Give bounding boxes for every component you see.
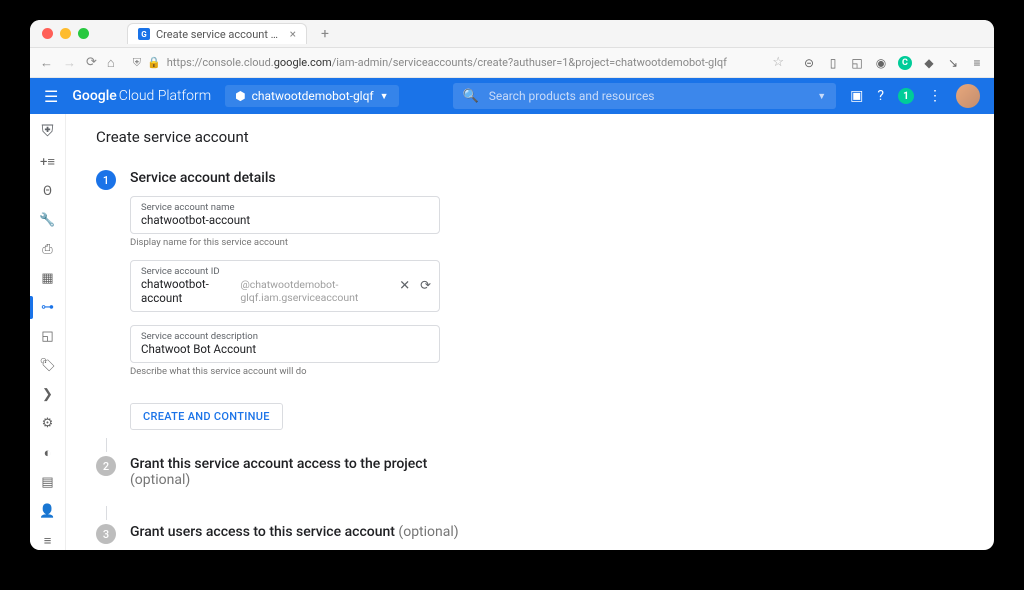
close-tab-icon[interactable]: × (290, 27, 296, 41)
lock-icon: 🔒 (147, 56, 161, 69)
step-number: 1 (96, 170, 116, 190)
gcp-favicon-icon: G (138, 28, 150, 40)
maximize-window-button[interactable] (78, 28, 89, 39)
rail-icon[interactable]: ▤ (39, 475, 57, 490)
ext-icon[interactable]: ◉ (874, 56, 888, 70)
rail-icon[interactable]: ⚙ (39, 416, 57, 431)
field-label: Service account description (141, 331, 429, 342)
gcp-header: ☰ Google Cloud Platform ⬢ chatwootdemobo… (30, 78, 994, 114)
rail-icon[interactable]: 👤 (39, 504, 57, 519)
step-1: 1 Service account details Service accoun… (96, 170, 964, 430)
clear-icon[interactable]: ✕ (399, 279, 410, 294)
step-number: 3 (96, 524, 116, 544)
rail-icon[interactable]: ≡ (39, 533, 57, 549)
caret-down-icon: ▼ (380, 91, 389, 102)
iam-shield-icon[interactable]: ⛨ (39, 122, 57, 140)
rail-icon[interactable]: ❯ (39, 387, 57, 402)
cloud-shell-icon[interactable]: ▣ (850, 88, 863, 104)
step-connector (106, 506, 107, 520)
notifications-button[interactable]: 1 (898, 88, 914, 104)
service-account-id-field[interactable]: Service account ID chatwootbot-account @… (130, 260, 440, 312)
search-placeholder: Search products and resources (489, 89, 655, 103)
tab-title: Create service account – IAM & (156, 28, 284, 41)
ext-icon[interactable]: ↘ (946, 56, 960, 70)
left-rail: ⛨ +≡ Θ 🔧 ⎙ ▦ ⊶ ◱ 🏷 ❯ ⚙ ◐ ▤ 👤 ≡ ◈ ▯ ⋮⋮ ▷ (30, 114, 66, 550)
forward-button[interactable]: → (63, 55, 76, 71)
menu-icon[interactable]: ☰ (44, 87, 58, 106)
step-title: Grant users access to this service accou… (130, 524, 964, 540)
url-text: https://console.cloud.google.com/iam-adm… (167, 56, 727, 69)
shield-icon: ⛨ (133, 56, 141, 70)
project-selector[interactable]: ⬢ chatwootdemobot-glqf ▼ (225, 85, 398, 107)
notification-count: 1 (898, 88, 914, 104)
traffic-lights (42, 28, 89, 39)
rail-icon[interactable]: ◐ (39, 445, 57, 461)
rail-icon[interactable]: ◱ (39, 329, 57, 344)
search-input[interactable]: 🔍 Search products and resources ▼ (453, 83, 837, 109)
page-title: Create service account (96, 128, 964, 146)
service-account-description-field[interactable]: Service account description Chatwoot Bot… (130, 325, 440, 363)
browser-tab[interactable]: G Create service account – IAM & × (127, 23, 307, 44)
field-value: Chatwoot Bot Account (141, 342, 429, 356)
step-2[interactable]: 2 Grant this service account access to t… (96, 456, 964, 498)
address-bar: ← → ⟳ ⌂ ⛨ 🔒 https://console.cloud.google… (30, 48, 994, 78)
close-window-button[interactable] (42, 28, 53, 39)
rail-icon[interactable]: ▦ (39, 271, 57, 286)
field-label: Service account name (141, 202, 429, 213)
rail-icon[interactable]: 🏷 (39, 358, 57, 373)
ext-icon[interactable]: ▯ (826, 56, 840, 70)
field-value: chatwootbot-account @chatwootdemobot-glq… (141, 277, 429, 305)
rail-icon[interactable]: +≡ (39, 154, 57, 170)
step-number: 2 (96, 456, 116, 476)
field-value: chatwootbot-account (141, 213, 429, 227)
bookmark-star-icon[interactable]: ☆ (772, 55, 784, 70)
more-icon[interactable]: ⋮ (928, 88, 942, 104)
help-icon[interactable]: ? (877, 88, 884, 104)
ext-menu-icon[interactable]: ≡ (970, 56, 984, 70)
service-account-name-field[interactable]: Service account name chatwootbot-account (130, 196, 440, 234)
gcp-logo[interactable]: Google Cloud Platform (72, 88, 211, 104)
rail-icon[interactable]: 🔧 (39, 213, 57, 228)
back-button[interactable]: ← (40, 55, 53, 71)
search-icon: 🔍 (463, 89, 479, 104)
browser-window: G Create service account – IAM & × + ← →… (30, 20, 994, 550)
helper-text: Display name for this service account (130, 237, 440, 248)
step-title: Service account details (130, 170, 440, 186)
header-right: ▣ ? 1 ⋮ (850, 84, 980, 108)
step-3[interactable]: 3 Grant users access to this service acc… (96, 524, 964, 550)
ext-icon[interactable]: ◱ (850, 56, 864, 70)
service-accounts-icon[interactable]: ⊶ (39, 300, 57, 315)
ext-icon[interactable]: C (898, 56, 912, 70)
avatar[interactable] (956, 84, 980, 108)
project-name: chatwootdemobot-glqf (252, 89, 374, 103)
url-field[interactable]: ⛨ 🔒 https://console.cloud.google.com/iam… (125, 55, 792, 70)
ext-icon[interactable]: ⊝ (802, 56, 816, 70)
extension-icons: ⊝ ▯ ◱ ◉ C ◆ ↘ ≡ (802, 56, 984, 70)
new-tab-button[interactable]: + (321, 26, 329, 42)
home-button[interactable]: ⌂ (107, 55, 115, 71)
helper-text: Describe what this service account will … (130, 366, 440, 377)
caret-down-icon: ▼ (817, 91, 826, 102)
rail-icon[interactable]: ⎙ (39, 242, 57, 257)
reload-button[interactable]: ⟳ (86, 55, 97, 70)
content-area: ⛨ +≡ Θ 🔧 ⎙ ▦ ⊶ ◱ 🏷 ❯ ⚙ ◐ ▤ 👤 ≡ ◈ ▯ ⋮⋮ ▷ … (30, 114, 994, 550)
step-connector (106, 438, 107, 452)
project-icon: ⬢ (235, 89, 245, 103)
field-label: Service account ID (141, 266, 429, 277)
main-content: Create service account 1 Service account… (66, 114, 994, 550)
create-and-continue-button[interactable]: CREATE AND CONTINUE (130, 403, 283, 430)
minimize-window-button[interactable] (60, 28, 71, 39)
ext-icon[interactable]: ◆ (922, 56, 936, 70)
step-title: Grant this service account access to the… (130, 456, 964, 488)
rail-icon[interactable]: Θ (39, 184, 57, 199)
window-titlebar: G Create service account – IAM & × + (30, 20, 994, 48)
refresh-icon[interactable]: ⟳ (420, 279, 431, 294)
